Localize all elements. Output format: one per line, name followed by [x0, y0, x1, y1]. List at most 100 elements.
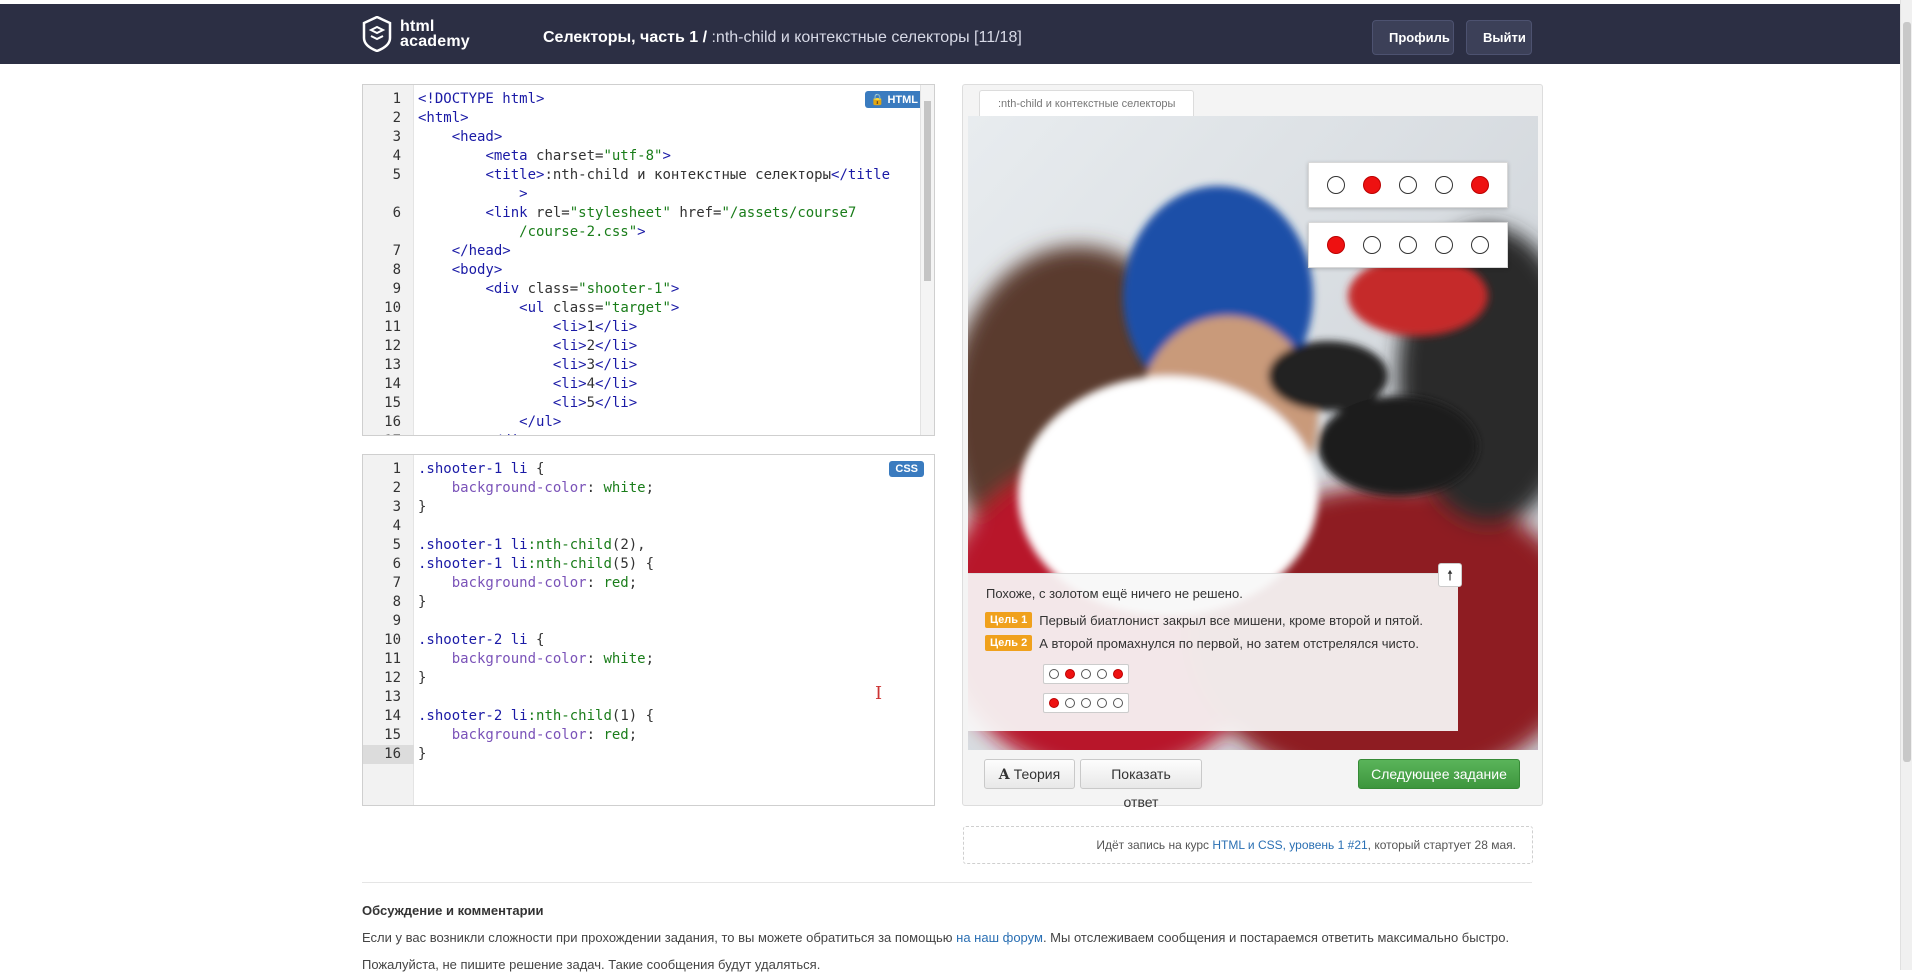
html-line-code[interactable]: <li>3</li> — [418, 356, 637, 375]
html-code-line[interactable]: 10 <ul class="target"> — [363, 299, 934, 318]
html-editor-scrollbar-thumb[interactable] — [924, 101, 931, 281]
css-code-line[interactable]: 6 .shooter-1 li:nth-child(5) { — [363, 555, 934, 574]
css-code-line[interactable]: 3} — [363, 498, 934, 517]
css-line-code[interactable]: } — [418, 669, 426, 688]
page-scrollbar-thumb[interactable] — [1903, 22, 1911, 762]
lesson-part[interactable]: Селекторы, часть 1 / — [543, 29, 707, 46]
html-line-code[interactable]: </ul> — [418, 413, 561, 432]
html-code-line[interactable]: 14 <li>4</li> — [363, 375, 934, 394]
html-line-code[interactable]: <meta charset="utf-8"> — [418, 147, 670, 166]
css-line-code[interactable]: .shooter-1 li:nth-child(5) { — [418, 555, 654, 574]
css-line-code[interactable]: background-color: white; — [418, 479, 654, 498]
html-line-code[interactable]: <title>:nth-child и контекстные селектор… — [418, 166, 890, 185]
css-code-line[interactable]: 9 — [363, 612, 934, 631]
html-code-line[interactable]: 5 <title>:nth-child и контекстные селект… — [363, 166, 934, 185]
notice-text-after: , который стартует 28 мая. — [1367, 838, 1516, 852]
html-editor-scrollbar[interactable] — [920, 85, 934, 435]
css-line-code[interactable]: background-color: white; — [418, 650, 654, 669]
target-hit-icon — [1049, 698, 1059, 708]
collapse-task-arrow-icon[interactable]: 🠕 — [1438, 563, 1462, 587]
html-code-line[interactable]: 7 </head> — [363, 242, 934, 261]
html-code-line[interactable]: /course-2.css"> — [363, 223, 934, 242]
css-line-code[interactable]: .shooter-1 li { — [418, 460, 544, 479]
css-line-number: 12 — [384, 670, 401, 686]
css-code-line[interactable]: 8} — [363, 593, 934, 612]
html-line-code[interactable]: <body> — [418, 261, 503, 280]
html-code-line[interactable]: 15 <li>5</li> — [363, 394, 934, 413]
css-line-number: 3 — [392, 499, 401, 515]
logout-button[interactable]: Выйти — [1466, 20, 1532, 55]
discussion-text-after: . Мы отслеживаем сообщения и постараемся… — [1042, 930, 1510, 945]
preview-tab[interactable]: :nth-child и контекстные селекторы — [979, 90, 1194, 116]
logo-line-1: html — [400, 18, 435, 35]
html-code-line[interactable]: > — [363, 185, 934, 204]
css-line-number: 6 — [392, 556, 401, 572]
html-line-code[interactable]: <div class="shooter-1"> — [418, 280, 679, 299]
css-line-code[interactable]: .shooter-2 li { — [418, 631, 544, 650]
css-code-line[interactable]: 2 background-color: white; — [363, 479, 934, 498]
theory-button[interactable]: A Теория — [984, 759, 1075, 789]
html-line-code[interactable]: /course-2.css"> — [418, 223, 645, 242]
next-task-button[interactable]: Следующее задание — [1358, 759, 1520, 789]
html-code-line[interactable]: 17 </div> — [363, 432, 934, 435]
html-line-code[interactable]: </div> — [418, 432, 536, 435]
html-line-code[interactable]: <ul class="target"> — [418, 299, 679, 318]
target-hit-icon — [1113, 669, 1123, 679]
html-line-number: 8 — [392, 262, 401, 278]
html-code-line[interactable]: 8 <body> — [363, 261, 934, 280]
css-code-line[interactable]: 7 background-color: red; — [363, 574, 934, 593]
html-line-code[interactable]: </head> — [418, 242, 511, 261]
html-code-lines[interactable]: 1 <!DOCTYPE html> 2 <html> 3 <head> 4 <meta c… — [363, 90, 934, 435]
html-code-line[interactable]: 2 <html> — [363, 109, 934, 128]
goal-2-sample-targets — [1043, 693, 1129, 713]
css-line-code[interactable]: background-color: red; — [418, 574, 637, 593]
css-code-line[interactable]: 16} — [363, 745, 934, 764]
css-code-line[interactable]: 10 .shooter-2 li { — [363, 631, 934, 650]
html-line-code[interactable]: <link rel="stylesheet" href="/assets/cou… — [418, 204, 856, 223]
html-line-code[interactable]: <li>1</li> — [418, 318, 637, 337]
css-code-line[interactable]: 1 .shooter-1 li { — [363, 460, 934, 479]
profile-button[interactable]: Профиль — [1372, 20, 1454, 55]
css-editor[interactable]: 1 .shooter-1 li {2 background-color: whit… — [362, 454, 935, 806]
forum-link[interactable]: на наш форум — [956, 930, 1043, 945]
html-editor[interactable]: 1 <!DOCTYPE html> 2 <html> 3 <head> 4 <meta c… — [362, 84, 935, 436]
css-line-code[interactable]: } — [418, 498, 426, 517]
css-code-line[interactable]: 11 background-color: white; — [363, 650, 934, 669]
html-line-code[interactable]: <!DOCTYPE html> — [418, 90, 544, 109]
html-code-line[interactable]: 13 <li>3</li> — [363, 356, 934, 375]
show-answer-button[interactable]: Показать ответ — [1080, 759, 1202, 810]
course-link[interactable]: HTML и CSS, уровень 1 #21 — [1212, 838, 1367, 852]
html-code-line[interactable]: 16 </ul> — [363, 413, 934, 432]
html-code-line[interactable]: 1 <!DOCTYPE html> — [363, 90, 934, 109]
html-code-line[interactable]: 11 <li>1</li> — [363, 318, 934, 337]
html-code-line[interactable]: 12 <li>2</li> — [363, 337, 934, 356]
css-line-code[interactable]: } — [418, 745, 426, 764]
html-line-code[interactable]: <li>2</li> — [418, 337, 637, 356]
css-code-line[interactable]: 13 — [363, 688, 934, 707]
html-line-code[interactable]: <html> — [418, 109, 469, 128]
html-code-line[interactable]: 6 <link rel="stylesheet" href="/assets/c… — [363, 204, 934, 223]
html-code-line[interactable]: 9 <div class="shooter-1"> — [363, 280, 934, 299]
logo[interactable]: html academy — [362, 16, 470, 52]
notice-text-before: Идёт запись на курс — [1096, 838, 1213, 852]
html-code-line[interactable]: 3 <head> — [363, 128, 934, 147]
html-line-code[interactable]: <li>4</li> — [418, 375, 637, 394]
css-line-code[interactable]: background-color: red; — [418, 726, 637, 745]
css-line-code[interactable]: .shooter-2 li:nth-child(1) { — [418, 707, 654, 726]
font-icon: A — [998, 767, 1010, 783]
css-code-line[interactable]: 14 .shooter-2 li:nth-child(1) { — [363, 707, 934, 726]
page-scrollbar[interactable] — [1900, 0, 1912, 970]
css-code-line[interactable]: 5 .shooter-1 li:nth-child(2), — [363, 536, 934, 555]
css-code-line[interactable]: 12} — [363, 669, 934, 688]
goal-2-label: Цель 2 — [985, 635, 1033, 651]
html-line-code[interactable]: <li>5</li> — [418, 394, 637, 413]
html-line-code[interactable]: > — [418, 185, 527, 204]
css-line-code[interactable]: .shooter-1 li:nth-child(2), — [418, 536, 646, 555]
discussion-text: Если у вас возникли сложности при прохож… — [362, 930, 1509, 945]
css-code-line[interactable]: 4 — [363, 517, 934, 536]
html-code-line[interactable]: 4 <meta charset="utf-8"> — [363, 147, 934, 166]
html-line-code[interactable]: <head> — [418, 128, 503, 147]
css-code-line[interactable]: 15 background-color: red; — [363, 726, 934, 745]
css-code-lines[interactable]: 1 .shooter-1 li {2 background-color: whit… — [363, 460, 934, 764]
css-line-code[interactable]: } — [418, 593, 426, 612]
